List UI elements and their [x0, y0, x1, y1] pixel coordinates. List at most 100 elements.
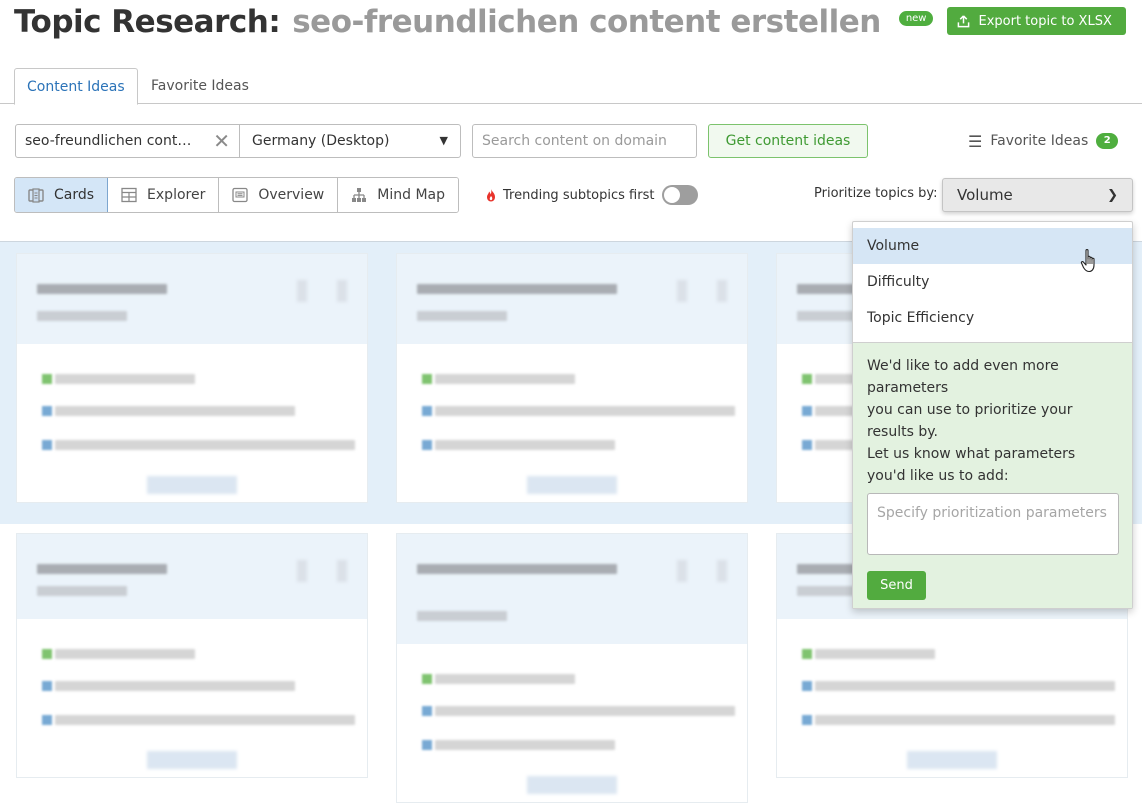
question-marker-icon	[422, 406, 432, 416]
favorite-icon[interactable]	[297, 560, 307, 582]
topic-card[interactable]	[16, 253, 368, 503]
card-title-blurred	[37, 284, 167, 294]
card-line-blurred	[435, 374, 575, 384]
question-marker-icon	[422, 440, 432, 450]
view-mode-switcher: Cards Explorer Overview Mind Map	[14, 177, 459, 213]
view-cards-button[interactable]: Cards	[15, 178, 109, 212]
show-more-link[interactable]	[147, 476, 237, 494]
card-line-blurred	[55, 406, 295, 416]
tab-content-ideas[interactable]: Content Ideas	[14, 68, 138, 105]
table-icon	[121, 187, 137, 203]
topic-card[interactable]	[396, 533, 748, 803]
card-title-blurred	[37, 564, 167, 574]
topic-query-value: seo-freundlichen cont…	[25, 133, 192, 149]
card-line-blurred	[435, 674, 575, 684]
headline-marker-icon	[422, 674, 432, 684]
card-line-blurred	[435, 740, 615, 750]
card-line-blurred	[55, 440, 355, 450]
info-icon[interactable]	[337, 280, 347, 302]
question-marker-icon	[42, 681, 52, 691]
topic-name: seo-freundlichen content erstellen	[292, 4, 881, 40]
option-topic-efficiency[interactable]: Topic Efficiency	[853, 300, 1132, 336]
hand-cursor-icon	[1080, 249, 1095, 273]
favorite-ideas-link[interactable]: ☰ Favorite Ideas 2	[968, 130, 1119, 152]
tab-bar: Content Ideas Favorite Ideas	[0, 68, 1142, 105]
card-line-blurred	[55, 715, 355, 725]
question-marker-icon	[802, 440, 812, 450]
card-volume-blurred	[417, 311, 507, 321]
region-select[interactable]: Germany (Desktop) ▼	[240, 125, 460, 157]
feedback-line: you can use to prioritize your	[867, 402, 1073, 418]
favorite-icon[interactable]	[677, 280, 687, 302]
headline-marker-icon	[42, 649, 52, 659]
export-icon	[958, 14, 970, 27]
info-icon[interactable]	[717, 280, 727, 302]
show-more-link[interactable]	[527, 476, 617, 494]
question-marker-icon	[42, 715, 52, 725]
question-marker-icon	[422, 740, 432, 750]
favorite-icon[interactable]	[677, 560, 687, 582]
card-line-blurred	[435, 406, 735, 416]
card-body	[397, 644, 747, 804]
get-content-ideas-button[interactable]: Get content ideas	[708, 124, 868, 158]
feedback-line: Let us know what parameters	[867, 446, 1076, 462]
view-explorer-button[interactable]: Explorer	[108, 178, 220, 212]
question-marker-icon	[802, 715, 812, 725]
chevron-down-icon: ▼	[439, 134, 448, 147]
topic-query-field[interactable]: seo-freundlichen cont… ✕	[16, 125, 240, 157]
prioritization-parameters-input[interactable]	[867, 493, 1119, 555]
show-more-link[interactable]	[147, 751, 237, 769]
new-badge: new	[898, 10, 934, 26]
show-more-link[interactable]	[527, 776, 617, 794]
view-overview-label: Overview	[258, 187, 325, 203]
feedback-line: results by.	[867, 424, 938, 440]
feedback-line: We'd like to add even more	[867, 358, 1059, 374]
question-marker-icon	[42, 406, 52, 416]
headline-marker-icon	[802, 649, 812, 659]
favorite-ideas-label: Favorite Ideas	[990, 133, 1089, 149]
headline-marker-icon	[42, 374, 52, 384]
export-label: Export topic to XLSX	[978, 13, 1112, 29]
topic-card[interactable]	[396, 253, 748, 503]
feedback-line: parameters	[867, 380, 949, 396]
card-line-blurred	[435, 706, 735, 716]
card-body	[777, 619, 1127, 779]
view-mindmap-button[interactable]: Mind Map	[338, 178, 458, 212]
cards-icon	[28, 188, 44, 203]
query-box: seo-freundlichen cont… ✕ Germany (Deskto…	[15, 124, 461, 158]
send-button[interactable]: Send	[867, 571, 926, 600]
headline-marker-icon	[422, 374, 432, 384]
card-title-blurred	[417, 564, 617, 574]
view-overview-button[interactable]: Overview	[219, 178, 339, 212]
feedback-line: you'd like us to add:	[867, 468, 1009, 484]
show-more-link[interactable]	[907, 751, 997, 769]
prioritize-selected-value: Volume	[957, 186, 1013, 204]
card-volume-blurred	[37, 311, 127, 321]
region-value: Germany (Desktop)	[252, 133, 390, 149]
question-marker-icon	[422, 706, 432, 716]
info-icon[interactable]	[717, 560, 727, 582]
card-volume-blurred	[417, 611, 507, 621]
page-header: Topic Research: seo-freundlichen content…	[14, 0, 1126, 44]
domain-search-input[interactable]	[472, 124, 697, 158]
card-header	[397, 254, 747, 344]
overview-icon	[232, 187, 248, 203]
card-line-blurred	[55, 374, 195, 384]
fire-icon	[487, 189, 495, 202]
view-explorer-label: Explorer	[147, 187, 206, 203]
prioritize-dropdown: Volume Difficulty Topic Efficiency We'd …	[852, 221, 1133, 609]
tab-favorite-ideas[interactable]: Favorite Ideas	[139, 68, 261, 104]
list-icon: ☰	[968, 131, 983, 151]
trending-toggle[interactable]	[662, 185, 699, 205]
favorite-icon[interactable]	[297, 280, 307, 302]
export-xlsx-button[interactable]: Export topic to XLSX	[947, 7, 1126, 35]
prioritize-select[interactable]: Volume ❯	[942, 178, 1133, 212]
card-body	[397, 344, 747, 504]
topic-card[interactable]	[16, 533, 368, 778]
card-title-blurred	[417, 284, 617, 294]
card-line-blurred	[815, 715, 1115, 725]
headline-marker-icon	[802, 374, 812, 384]
clear-icon[interactable]: ✕	[213, 125, 230, 157]
card-body	[17, 344, 367, 504]
info-icon[interactable]	[337, 560, 347, 582]
